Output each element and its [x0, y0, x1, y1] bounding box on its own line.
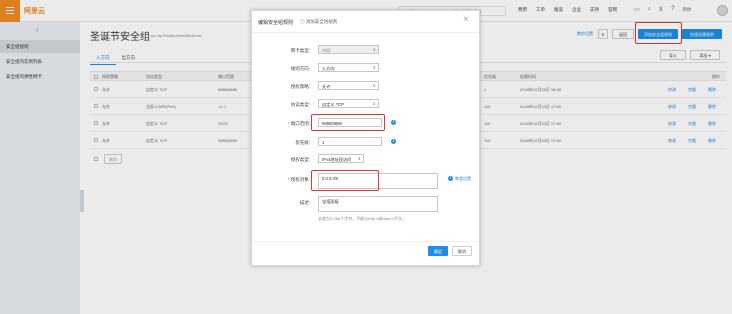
info-icon: i — [448, 176, 453, 181]
direction-select[interactable]: 入方向 ⇕ — [318, 63, 379, 72]
required-mark: * — [287, 177, 290, 182]
teach-me-link[interactable]: 教我设置 — [455, 176, 471, 182]
label-description: 描述: — [299, 200, 310, 205]
highlight-port-range — [311, 114, 385, 131]
info-icon[interactable]: i — [391, 120, 396, 125]
chevron-updown-icon: ⇕ — [372, 101, 376, 106]
auth-type-value: IPv4地址段访问 — [322, 157, 352, 162]
protocol-value: 自定义 TCP — [322, 102, 345, 107]
nic-type-value: 内网 — [322, 48, 331, 53]
dialog-help-text: 添加安全组规则 — [305, 19, 338, 24]
label-protocol: 协议类型: — [290, 102, 310, 107]
label-nic-type: 网卡类型: — [290, 48, 310, 53]
policy-value: 允许 — [322, 84, 331, 89]
auth-type-select[interactable]: IPv4地址段访问 ⇕ — [318, 154, 364, 163]
highlight-auth-object — [311, 170, 379, 191]
protocol-select[interactable]: 自定义 TCP ⇕ — [318, 99, 379, 108]
nic-type-select: 内网 ⇕ — [318, 45, 379, 54]
direction-value: 入方向 — [322, 66, 335, 71]
label-auth-type: 授权类型: — [290, 157, 310, 162]
label-auth-object-text: 授权对象: — [290, 177, 310, 182]
help-icon: ⓘ — [300, 19, 305, 24]
description-hint: 长度为2-256个字符，不能以http://或https://开头。 — [318, 216, 407, 221]
label-priority: 优先级: — [295, 140, 310, 145]
chevron-updown-icon: ⇕ — [372, 65, 376, 70]
label-policy: 授权策略: — [290, 84, 310, 89]
policy-select[interactable]: 允许 ⇕ — [318, 81, 379, 90]
cancel-button[interactable]: 取消 — [452, 246, 472, 256]
priority-input[interactable]: 1 — [318, 137, 382, 146]
chevron-updown-icon: ⇕ — [372, 47, 376, 52]
confirm-button[interactable]: 确定 — [428, 246, 448, 256]
label-auth-object: * 授权对象: — [254, 177, 310, 183]
label-port-range-text: 端口范围: — [290, 121, 310, 126]
edit-rule-dialog: 编辑安全组规则 ⓘ 添加安全组规则 × 网卡类型: 内网 ⇕ 规则方向: 入方向… — [251, 10, 480, 266]
dialog-footer-divider — [252, 241, 479, 242]
label-port-range: * 端口范围: — [254, 121, 310, 127]
info-icon[interactable]: i — [391, 139, 396, 144]
chevron-updown-icon: ⇕ — [372, 83, 376, 88]
dialog-header-divider — [252, 32, 479, 33]
required-mark: * — [287, 121, 290, 126]
dialog-title: 编辑安全组规则 — [258, 20, 294, 26]
chevron-updown-icon: ⇕ — [357, 156, 361, 161]
description-textarea[interactable]: 宝塔面板 — [318, 196, 438, 212]
close-icon[interactable]: × — [463, 15, 469, 25]
dialog-help-link[interactable]: ⓘ 添加安全组规则 — [300, 19, 337, 25]
label-direction: 规则方向: — [290, 66, 310, 71]
